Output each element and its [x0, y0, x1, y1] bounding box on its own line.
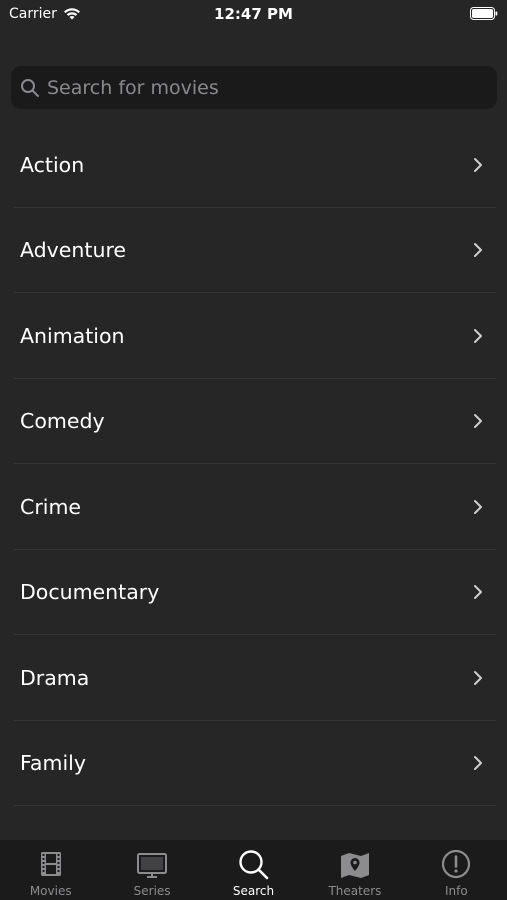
info-icon	[442, 849, 471, 879]
tab-label: Info	[444, 884, 468, 898]
chevron-right-icon	[474, 157, 482, 172]
chevron-right-icon	[474, 243, 482, 258]
tab-label: Search	[232, 884, 275, 898]
search-icon	[21, 78, 39, 97]
battery-icon	[470, 7, 498, 20]
tab-series[interactable]: Series	[101, 840, 202, 900]
genre-item-drama[interactable]: Drama	[0, 635, 507, 721]
film-icon	[40, 852, 61, 876]
genre-item-animation[interactable]: Animation	[0, 293, 507, 379]
genre-item-documentary[interactable]: Documentary	[0, 550, 507, 636]
genre-label: Documentary	[20, 580, 160, 605]
tab-search[interactable]: Search	[203, 840, 304, 900]
map-pin-icon	[340, 853, 369, 878]
tab-label: Theaters	[328, 884, 382, 898]
genre-item-crime[interactable]: Crime	[0, 464, 507, 550]
tv-icon	[137, 853, 168, 878]
search-bar[interactable]	[11, 66, 497, 109]
genre-list: Action Adventure Animation Comedy Crime …	[0, 122, 507, 806]
tab-bar: Movies Series Search Theaters Info	[0, 840, 507, 900]
tab-movies[interactable]: Movies	[0, 840, 101, 900]
tab-label: Movies	[29, 884, 72, 898]
genre-label: Action	[20, 152, 85, 177]
genre-label: Animation	[20, 323, 125, 348]
genre-label: Adventure	[20, 238, 127, 263]
genre-label: Family	[20, 751, 86, 776]
chevron-right-icon	[474, 414, 482, 429]
chevron-right-icon	[474, 328, 482, 343]
tab-theaters[interactable]: Theaters	[304, 840, 405, 900]
genre-item-comedy[interactable]: Comedy	[0, 379, 507, 465]
genre-label: Comedy	[20, 409, 105, 434]
status-bar: Carrier 12:47 PM	[0, 0, 507, 30]
genre-label: Crime	[20, 494, 82, 519]
search-input[interactable]	[47, 72, 497, 103]
status-time: 12:47 PM	[214, 5, 293, 23]
chevron-right-icon	[474, 585, 482, 600]
genre-item-family[interactable]: Family	[0, 721, 507, 807]
search-icon	[238, 850, 268, 880]
tab-label: Series	[133, 884, 171, 898]
genre-label: Drama	[20, 665, 90, 690]
chevron-right-icon	[474, 756, 482, 771]
screen: Carrier 12:47 PM Action Adventure	[0, 0, 507, 900]
genre-item-action[interactable]: Action	[0, 122, 507, 208]
chevron-right-icon	[474, 670, 482, 685]
chevron-right-icon	[474, 499, 482, 514]
genre-item-adventure[interactable]: Adventure	[0, 208, 507, 294]
tab-info[interactable]: Info	[406, 840, 507, 900]
